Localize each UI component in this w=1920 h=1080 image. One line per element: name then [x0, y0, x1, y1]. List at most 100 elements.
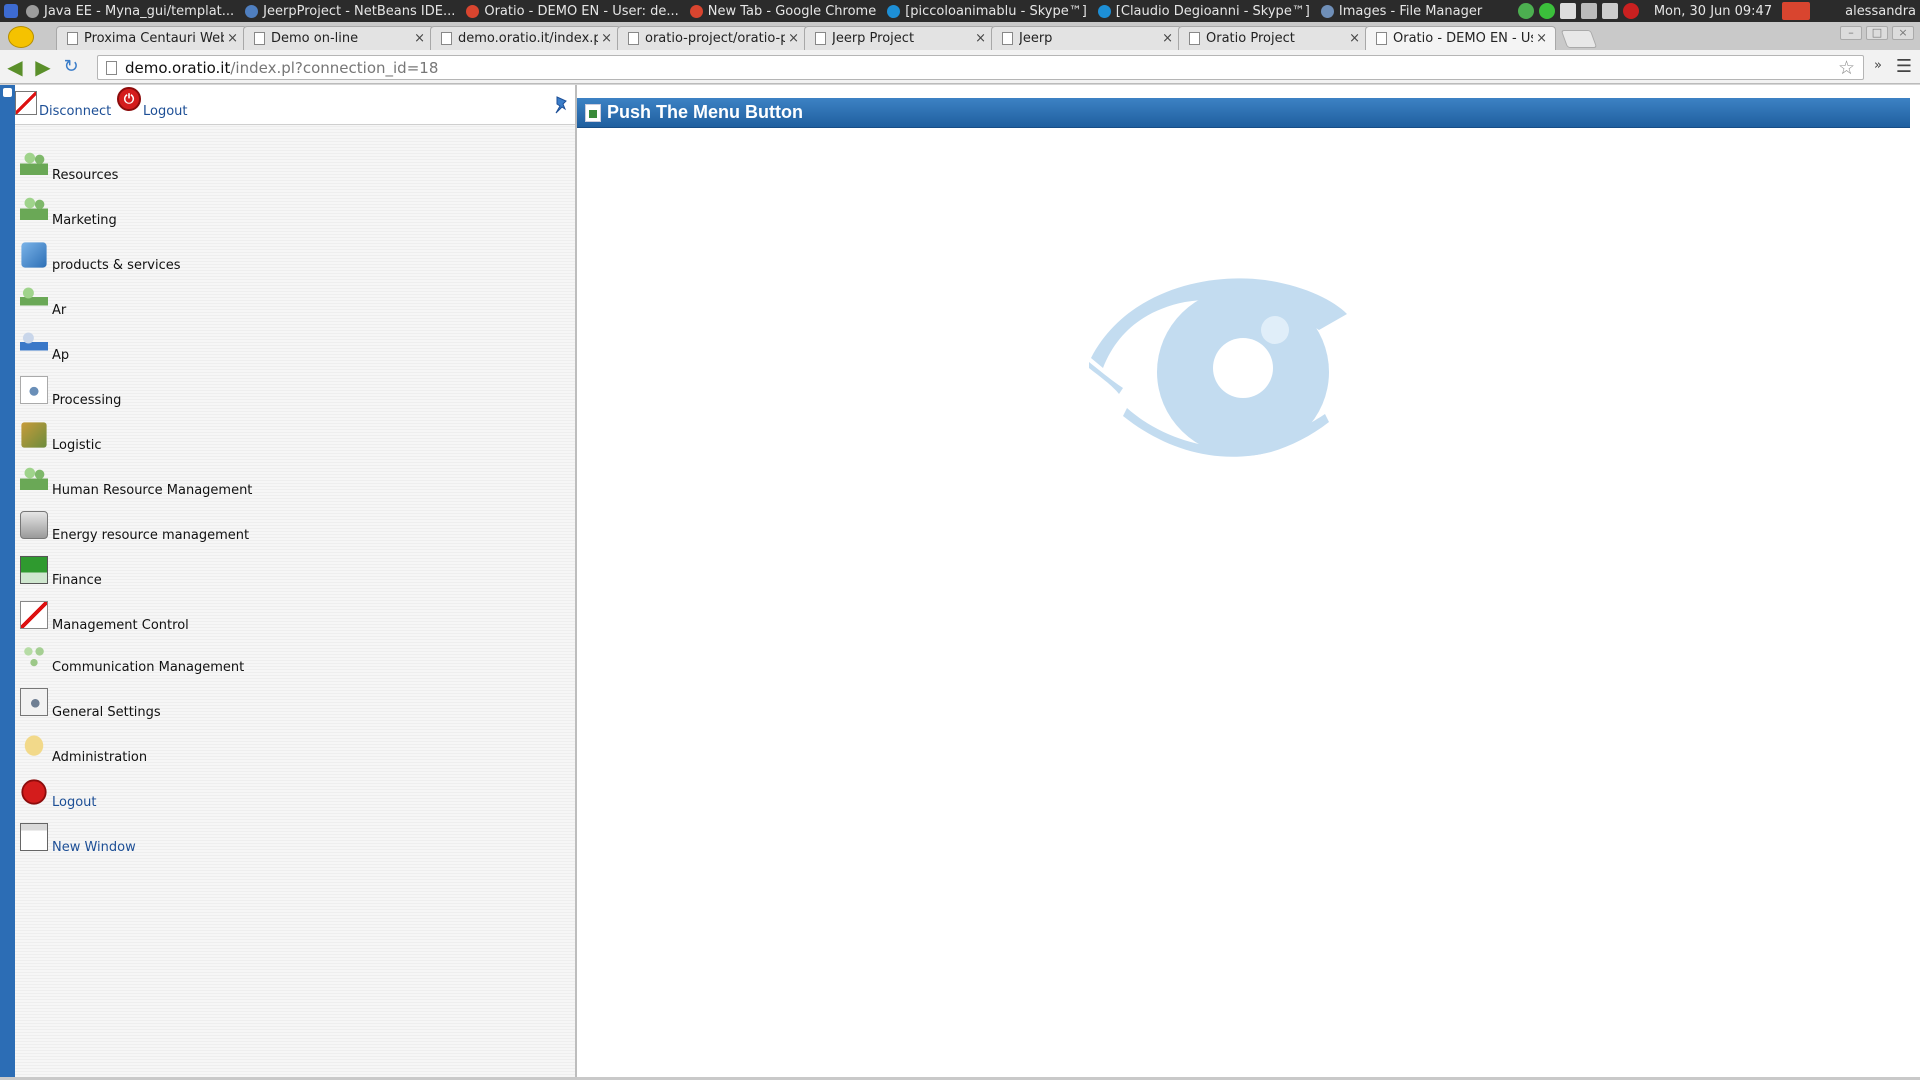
- tab-close-icon[interactable]: ×: [1349, 31, 1360, 46]
- menu-item-resources[interactable]: Resources: [20, 151, 118, 185]
- bookmark-star-icon[interactable]: ☆: [1838, 57, 1855, 79]
- taskbar-task[interactable]: Java EE - Myna_gui/templat...: [22, 0, 241, 22]
- address-bar[interactable]: demo.oratio.it/index.pl?connection_id=18…: [97, 55, 1864, 80]
- disconnect-label: Disconnect: [39, 104, 112, 119]
- maximize-button[interactable]: □: [1866, 26, 1888, 40]
- sidebar-header: Disconnect ⏻ Logout: [15, 85, 575, 125]
- system-tray: Mon, 30 Jun 09:47 alessandra: [1517, 0, 1920, 22]
- frame-toggle-icon[interactable]: [3, 88, 12, 97]
- menu-item-energy-resource-management[interactable]: Energy resource management: [20, 511, 249, 545]
- menu-item-ap[interactable]: Ap: [20, 331, 69, 365]
- browser-tab[interactable]: Demo on-line ×: [243, 26, 434, 50]
- menu-item-label: Management Control: [52, 618, 189, 633]
- tab-close-icon[interactable]: ×: [227, 31, 238, 46]
- new-tab-button[interactable]: [1560, 30, 1598, 48]
- products-services-icon: [21, 242, 47, 268]
- menu-item-marketing[interactable]: Marketing: [20, 196, 117, 230]
- logistic-icon: [21, 422, 47, 448]
- browser-tab[interactable]: Oratio - DEMO EN - User×: [1365, 26, 1556, 50]
- tab-close-icon[interactable]: ×: [788, 31, 799, 46]
- browser-tab-label: Demo on-line: [271, 31, 359, 46]
- menu-item-logout[interactable]: Logout: [20, 778, 97, 812]
- volume-tray-icon[interactable]: [1580, 3, 1597, 19]
- menu-item-label: Ar: [52, 303, 67, 318]
- menu-item-management-control[interactable]: Management Control: [20, 601, 189, 635]
- browser-tab[interactable]: Proxima Centauri Webn ×: [56, 26, 247, 50]
- menu-item-ar[interactable]: Ar: [20, 286, 66, 320]
- browser-tab-strip: Proxima Centauri Webn × Demo on-line × demo.…: [0, 22, 1920, 50]
- pin-icon[interactable]: [553, 95, 569, 115]
- logout-header-button[interactable]: ⏻ Logout: [117, 85, 188, 121]
- menu-item-label: Administration: [52, 750, 148, 765]
- page-title: Push The Menu Button: [607, 102, 803, 122]
- back-arrow-icon[interactable]: ◀: [2, 54, 28, 80]
- menu-item-general-settings[interactable]: General Settings: [20, 688, 161, 722]
- user-profile-avatar[interactable]: [8, 26, 34, 48]
- tab-close-icon[interactable]: ×: [601, 31, 612, 46]
- browser-tab[interactable]: Oratio Project ×: [1178, 26, 1369, 50]
- alert-tray-icon[interactable]: [1622, 3, 1639, 19]
- browser-tab-label: Oratio - DEMO EN - User: [1393, 31, 1533, 46]
- taskbar-task[interactable]: [piccoloanimablu - Skype™]: [883, 0, 1094, 22]
- menu-item-label: General Settings: [52, 705, 161, 720]
- forward-arrow-icon[interactable]: ▶: [30, 54, 56, 80]
- update-tray-icon[interactable]: [1517, 3, 1534, 19]
- browser-menu-icon[interactable]: ☰: [1896, 56, 1912, 77]
- menu-item-new-window[interactable]: New Window: [20, 823, 136, 857]
- checkmark-tray-icon[interactable]: [1538, 3, 1555, 19]
- tab-close-icon[interactable]: ×: [1162, 31, 1173, 46]
- administration-icon: [20, 733, 48, 761]
- taskbar-task[interactable]: JeerpProject - NetBeans IDE...: [241, 0, 462, 22]
- minimize-button[interactable]: –: [1840, 26, 1862, 40]
- menu-item-communication-management[interactable]: Communication Management: [20, 643, 244, 677]
- browser-tab-label: oratio-project/oratio-pr: [645, 31, 785, 46]
- tab-close-icon[interactable]: ×: [414, 31, 425, 46]
- taskbar-clock[interactable]: Mon, 30 Jun 09:47: [1654, 4, 1772, 19]
- page-content: Disconnect ⏻ Logout Resources Marketing pr…: [0, 85, 1920, 1080]
- taskbar-task[interactable]: New Tab - Google Chrome: [686, 0, 883, 22]
- menu-item-label: Energy resource management: [52, 528, 250, 543]
- favicon-icon: [1189, 32, 1200, 45]
- browser-tab-label: Jeerp: [1019, 31, 1053, 46]
- taskbar-task[interactable]: [Claudio Degioanni - Skype™]: [1094, 0, 1317, 22]
- processing-icon: [20, 376, 48, 404]
- favicon-icon: [67, 32, 78, 45]
- taskbar-task[interactable]: Oratio - DEMO EN - User: de...: [462, 0, 685, 22]
- page-icon: [106, 60, 117, 75]
- close-window-button[interactable]: ×: [1892, 26, 1914, 40]
- taskbar-username[interactable]: alessandra: [1845, 4, 1916, 19]
- taskbar-task[interactable]: Images - File Manager: [1317, 0, 1489, 22]
- browser-tab-label: Proxima Centauri Webn: [84, 31, 224, 46]
- menu-item-products-services[interactable]: products & services: [20, 241, 181, 275]
- menu-item-human-resource-management[interactable]: Human Resource Management: [20, 466, 252, 500]
- browser-tab[interactable]: Jeerp Project ×: [804, 26, 995, 50]
- reload-icon[interactable]: ↻: [58, 54, 84, 80]
- finance-icon: [20, 556, 48, 584]
- tab-close-icon[interactable]: ×: [1536, 31, 1547, 46]
- disconnect-button[interactable]: Disconnect: [15, 85, 111, 121]
- menu-item-administration[interactable]: Administration: [20, 733, 147, 767]
- power-icon: ⏻: [117, 87, 141, 111]
- app-icon: [1097, 4, 1111, 18]
- tab-close-icon[interactable]: ×: [975, 31, 986, 46]
- start-menu-button[interactable]: [0, 0, 22, 22]
- main-header-bar: Push The Menu Button: [577, 98, 1910, 128]
- network-tray-icon[interactable]: [1601, 3, 1618, 19]
- browser-tab-label: Oratio Project: [1206, 31, 1295, 46]
- browser-tab[interactable]: oratio-project/oratio-pr ×: [617, 26, 808, 50]
- menu-item-label: New Window: [52, 840, 136, 855]
- menu-item-processing[interactable]: Processing: [20, 376, 121, 410]
- browser-tab[interactable]: Jeerp ×: [991, 26, 1182, 50]
- menu-item-finance[interactable]: Finance: [20, 556, 102, 590]
- ap-icon: [20, 331, 48, 359]
- menu-item-label: Logout: [52, 795, 97, 810]
- favicon-icon: [1376, 32, 1387, 45]
- chrome-tray-icon[interactable]: [1782, 2, 1811, 20]
- browser-toolbar: ◀ ▶ ↻ demo.oratio.it/index.pl?connection…: [0, 50, 1920, 84]
- menu-item-logistic[interactable]: Logistic: [20, 421, 101, 455]
- extensions-overflow-icon[interactable]: »: [1874, 58, 1882, 73]
- taskbar-task-label: [piccoloanimablu - Skype™]: [905, 3, 1087, 19]
- mail-tray-icon[interactable]: [1559, 3, 1576, 19]
- browser-tab[interactable]: demo.oratio.it/index.pl ×: [430, 26, 621, 50]
- menu-item-label: Resources: [52, 168, 119, 183]
